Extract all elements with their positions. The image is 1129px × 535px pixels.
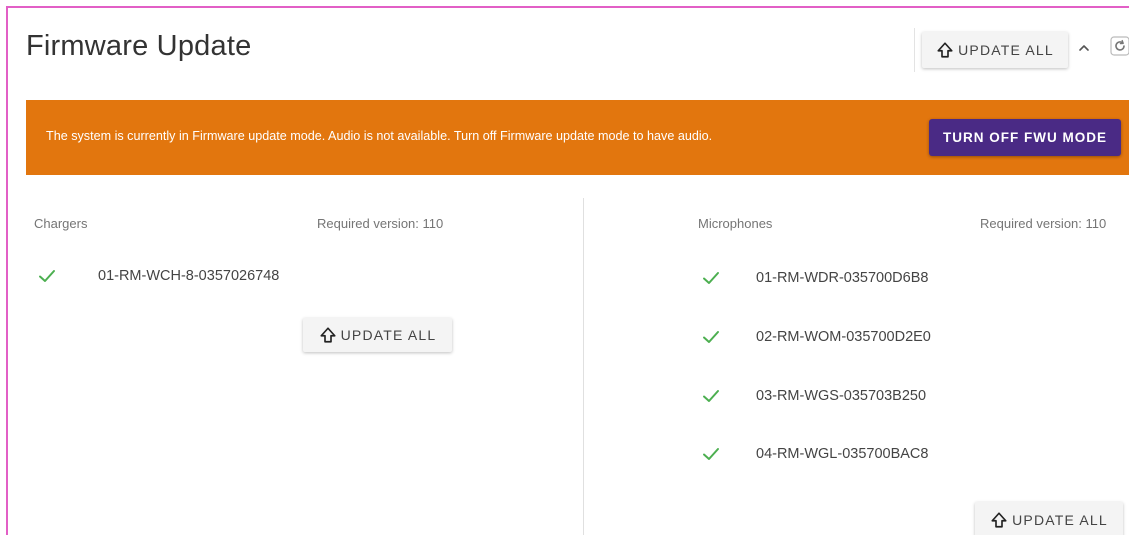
chargers-required-version: Required version: 110: [317, 216, 444, 231]
charger-row: 01-RM-WCH-8-0357026748: [38, 264, 279, 288]
page-title: Firmware Update: [26, 30, 252, 62]
header-divider: [914, 28, 915, 72]
device-name: 02-RM-WOM-035700D2E0: [756, 329, 931, 345]
device-name: 04-RM-WGL-035700BAC8: [756, 446, 929, 462]
chargers-heading: Chargers: [34, 216, 88, 231]
check-icon: [703, 390, 719, 402]
app-frame: Firmware Update UPDATE ALL The system is…: [6, 6, 1129, 535]
chargers-update-all-label: UPDATE ALL: [340, 327, 437, 343]
microphones-required-version: Required version: 110: [980, 216, 1107, 231]
check-icon: [703, 448, 719, 460]
arrow-up-outline-icon: [320, 327, 336, 343]
device-name: 01-RM-WCH-8-0357026748: [98, 268, 280, 284]
banner-message: The system is currently in Firmware upda…: [46, 129, 713, 143]
column-divider: [583, 198, 584, 535]
check-icon: [703, 331, 719, 343]
arrow-up-outline-icon: [991, 512, 1007, 528]
device-name: 01-RM-WDR-035700D6B8: [756, 270, 929, 286]
refresh-icon[interactable]: [1110, 36, 1129, 56]
microphones-update-all-label: UPDATE ALL: [1012, 512, 1108, 528]
chevron-up-icon[interactable]: [1076, 40, 1092, 56]
microphone-row: 04-RM-WGL-035700BAC8: [702, 442, 928, 466]
header-update-all-label: UPDATE ALL: [958, 42, 1054, 58]
device-name: 03-RM-WGS-035703B250: [756, 388, 927, 404]
microphones-heading: Microphones: [698, 216, 773, 231]
chargers-update-all-button[interactable]: UPDATE ALL: [303, 318, 452, 352]
arrow-up-outline-icon: [937, 42, 953, 58]
fwu-mode-banner: The system is currently in Firmware upda…: [26, 100, 1129, 175]
check-icon: [703, 272, 719, 284]
microphone-row: 01-RM-WDR-035700D6B8: [702, 266, 928, 290]
microphone-row: 02-RM-WOM-035700D2E0: [702, 325, 931, 349]
header-update-all-button[interactable]: UPDATE ALL: [922, 32, 1068, 68]
microphones-update-all-button[interactable]: UPDATE ALL: [975, 502, 1123, 535]
turn-off-fwu-mode-button[interactable]: TURN OFF FWU MODE: [929, 119, 1121, 156]
check-icon: [39, 270, 55, 282]
microphone-row: 03-RM-WGS-035703B250: [702, 384, 926, 408]
